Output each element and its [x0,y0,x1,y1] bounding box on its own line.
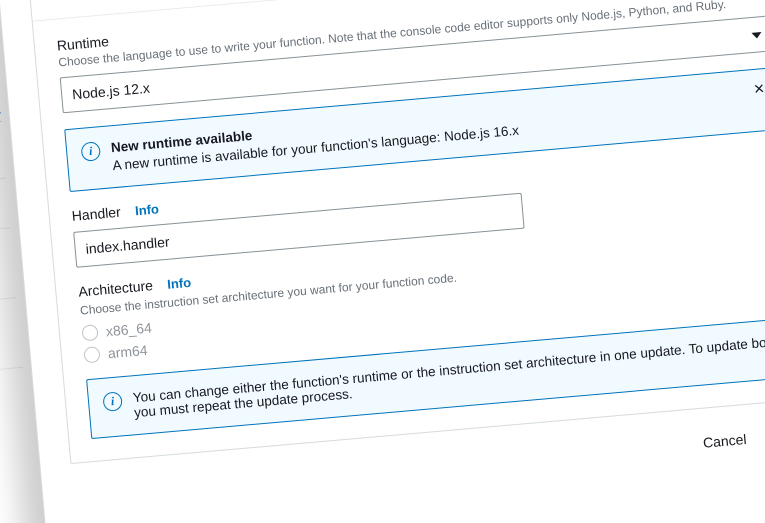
close-icon[interactable]: × [753,79,765,98]
cancel-button[interactable]: Cancel [680,419,765,462]
handler-label: Handler [71,203,121,223]
chart1-legend: Duration Minimu [0,145,4,192]
panel-heading: Runtime settings [51,0,198,2]
runtime-value: Node.js 12.x [71,79,150,102]
arch-option-label: arm64 [107,341,148,360]
arch-label: Architecture [77,277,153,299]
handler-info-link[interactable]: Info [134,201,159,218]
arch-option-label: x86_64 [105,319,152,339]
info-icon [80,141,101,162]
async-chart: 1 0.5 0 08/10 [0,227,22,399]
radio-icon [83,346,100,363]
radio-icon [81,324,98,341]
arch-info-link[interactable]: Info [166,274,191,291]
runtime-settings-panel: Runtime settings Info Runtime Choose the… [26,0,765,464]
edit-runtime-panel: Lambda › Functions › Edit runtime settin… [0,0,765,523]
info-icon [102,391,123,412]
cancel-label: Cancel [702,431,747,451]
chevron-down-icon [751,32,761,39]
